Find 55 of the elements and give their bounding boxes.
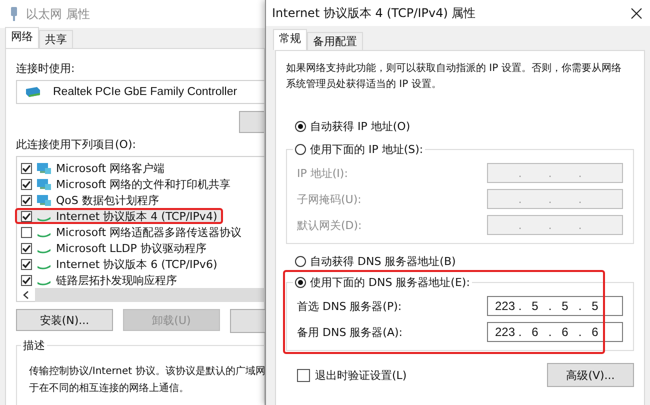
field-label: 备用 DNS 服务器(A):: [297, 324, 402, 340]
protocol-icon: [37, 264, 51, 271]
list-item[interactable]: Internet 协议版本 4 (TCP/IPv4): [15, 208, 224, 224]
tab[interactable]: 备用配置: [307, 32, 363, 50]
list-item[interactable]: Microsoft 网络的文件和打印机共享: [15, 176, 237, 192]
radio-button[interactable]: 使用下面的 IP 地址(S):: [293, 142, 426, 157]
checkbox[interactable]: [21, 274, 32, 286]
radio-button[interactable]: 使用下面的 DNS 服务器地址(E):: [293, 275, 472, 290]
list-item[interactable]: Internet 协议版本 6 (TCP/IPv6): [15, 256, 224, 272]
intro-text: 如果网络支持此功能，则可以获取自动指派的 IP 设置。否则，你需要从网络系统管理员处获得适当的 IP 设置。: [286, 62, 622, 92]
field-label: 默认网关(D):: [297, 218, 362, 232]
window-title: 以太网 属性: [26, 6, 90, 22]
radio-button[interactable]: 自动获得 DNS 服务器地址(B): [295, 254, 634, 269]
tab[interactable]: 共享: [39, 30, 73, 48]
computer-icon: [36, 194, 52, 207]
checkbox[interactable]: [21, 258, 32, 270]
checkbox[interactable]: [21, 226, 32, 238]
computer-icon: [36, 162, 52, 175]
checkbox[interactable]: [21, 210, 32, 222]
button[interactable]: 安装(N)...: [16, 309, 113, 332]
ip-address-field[interactable]: 223 . 5 . 5 . 5: [487, 296, 623, 316]
protocol-icon: [37, 248, 51, 255]
checkbox[interactable]: [21, 194, 32, 206]
radio-button[interactable]: 自动获得 IP 地址(O): [295, 119, 634, 134]
ip-address-field[interactable]: 223 . 6 . 6 . 6: [487, 322, 623, 342]
protocol-icon: [37, 280, 51, 287]
list-item[interactable]: QoS 数据包计划程序: [15, 192, 165, 208]
scroll-left-icon[interactable]: [23, 291, 29, 300]
description-text: 传输控制协议/Internet 协议。该协议是默认的广域网: [29, 364, 265, 378]
group-title: 描述: [21, 338, 47, 354]
adapter-name: Realtek PCIe GbE Family Controller: [53, 86, 238, 98]
checkbox[interactable]: 退出时验证设置(L): [297, 368, 407, 382]
protocol-icon: [37, 216, 51, 223]
window-title: Internet 协议版本 4 (TCP/IPv4) 属性: [272, 4, 476, 22]
field-label: IP 地址(I):: [297, 166, 348, 180]
field-label: 子网掩码(U):: [297, 192, 362, 206]
network-adapter-icon: [10, 7, 18, 21]
checkbox[interactable]: [21, 242, 32, 254]
checkbox[interactable]: [21, 178, 32, 190]
section-label: 此连接使用下列项目(O):: [16, 137, 137, 152]
list-item[interactable]: Microsoft 网络客户端: [15, 160, 171, 176]
computer-icon: [36, 178, 52, 191]
description-text: 于在不同的相互连接的网络上通信。: [29, 382, 190, 396]
field-label: 首选 DNS 服务器(P):: [297, 298, 402, 314]
tab[interactable]: 网络: [5, 27, 39, 48]
checkbox[interactable]: [21, 162, 32, 174]
advanced-button[interactable]: 高级(V)...: [547, 363, 634, 387]
list-item[interactable]: 链路层拓扑发现响应程序: [15, 272, 183, 288]
tab[interactable]: 常规: [273, 29, 307, 50]
network-card-icon: [25, 86, 41, 98]
list-item[interactable]: Microsoft 网络适配器多路传送器协议: [15, 224, 248, 240]
close-icon[interactable]: [631, 8, 642, 18]
protocol-icon: [37, 232, 51, 239]
list-item[interactable]: Microsoft LLDP 协议驱动程序: [15, 240, 212, 256]
section-label: 连接时使用:: [16, 61, 76, 76]
